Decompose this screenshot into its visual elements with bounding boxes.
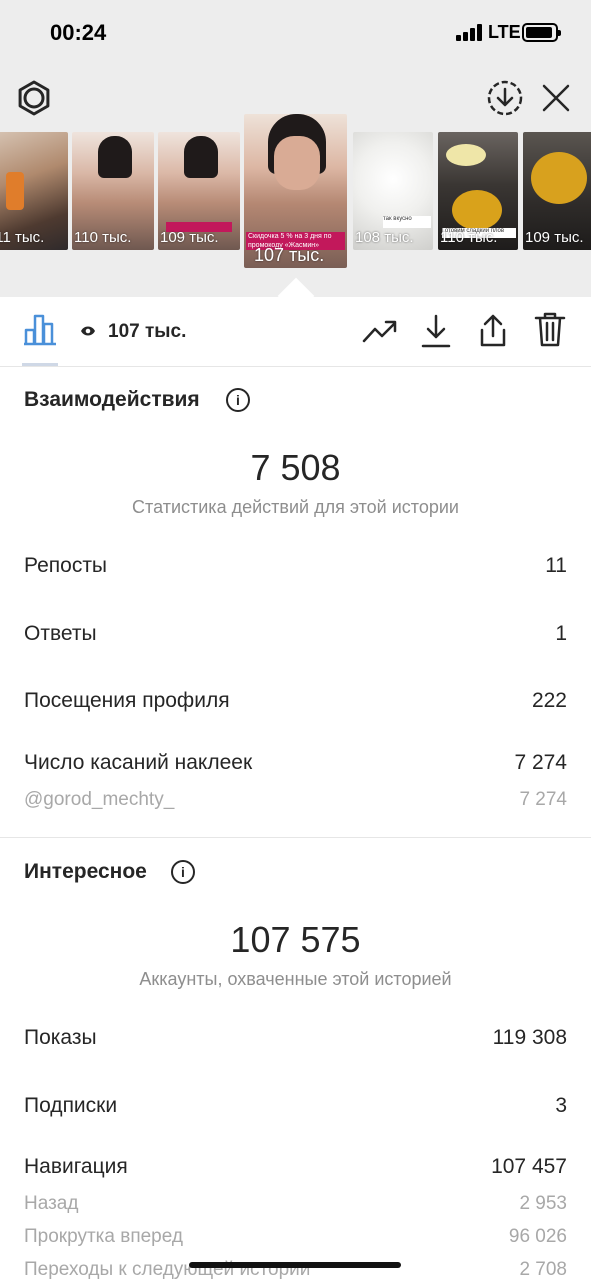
stat-row-navigation: Навигация 107 457: [24, 1155, 567, 1179]
trending-icon[interactable]: [362, 317, 398, 345]
stats-tabbar: 107 тыс.: [0, 297, 591, 367]
stat-label: Подписки: [24, 1094, 118, 1117]
gear-icon[interactable]: [14, 78, 54, 118]
info-icon[interactable]: i: [171, 860, 195, 884]
discovery-total: 107 575: [230, 919, 361, 960]
stat-label: Ответы: [24, 622, 97, 645]
stat-value: 3: [555, 1094, 567, 1117]
stat-label: Навигация: [24, 1155, 128, 1178]
stat-row-follows: Подписки 3: [24, 1094, 567, 1118]
story-thumbnail[interactable]: 110 тыс.: [72, 132, 154, 250]
story-thumbnail[interactable]: 111 тыс.: [0, 132, 68, 250]
info-icon[interactable]: i: [226, 388, 250, 412]
signal-icon: [456, 24, 483, 41]
download-circle-icon[interactable]: [485, 78, 525, 118]
bar-chart-icon[interactable]: [22, 312, 58, 346]
story-thumbnail[interactable]: 109 тыс.: [523, 132, 591, 250]
section-divider: [0, 837, 591, 838]
story-thumbnail[interactable]: так вкусно 108 тыс.: [353, 132, 433, 250]
stat-row-impressions: Показы 119 308: [24, 1026, 567, 1050]
story-thumbnail[interactable]: 109 тыс.: [158, 132, 240, 250]
active-tab-indicator: [22, 363, 58, 366]
stat-value: 7 274: [519, 789, 567, 810]
thumbnail-views: 107 тыс.: [254, 245, 325, 265]
thumbnail-caption: так вкусно: [383, 216, 431, 228]
network-label: LTE: [488, 22, 521, 42]
stat-value: 119 308: [492, 1026, 567, 1049]
stat-row-reposts: Репосты 11: [24, 554, 567, 578]
stat-row-forward: Прокрутка вперед 96 026: [24, 1226, 567, 1248]
status-time: 00:24: [50, 20, 107, 45]
home-indicator[interactable]: [189, 1262, 401, 1268]
stat-row-sticker-mention: @gorod_mechty_ 7 274: [24, 789, 567, 811]
stat-value: 96 026: [508, 1226, 567, 1247]
stat-value: 11: [545, 554, 567, 577]
stat-value: 2 953: [519, 1193, 567, 1214]
stat-label: Назад: [24, 1193, 79, 1214]
battery-icon: [522, 23, 561, 42]
thumbnail-views: 110 тыс.: [74, 229, 132, 246]
story-thumbnail[interactable]: Готовим сладкий плов 110 тыс.: [438, 132, 518, 250]
views-count: 107 тыс.: [108, 321, 187, 342]
stat-value: 2 708: [519, 1259, 567, 1280]
stat-value: 7 274: [514, 751, 567, 774]
story-thumbnail-selected[interactable]: Скидочка 5 % на 3 дня по промокоду «Жасм…: [244, 114, 347, 268]
stat-row-back: Назад 2 953: [24, 1193, 567, 1215]
stat-label: Показы: [24, 1026, 97, 1049]
thumbnail-views: 108 тыс.: [355, 229, 414, 246]
stat-label: @gorod_mechty_: [24, 789, 175, 810]
stat-row-sticker-taps: Число касаний наклеек 7 274: [24, 751, 567, 775]
thumbnail-views: 109 тыс.: [160, 229, 219, 246]
eye-icon: [81, 326, 95, 336]
status-bar: 00:24 LTE: [0, 0, 591, 66]
stat-row-profile-visits: Посещения профиля 222: [24, 689, 567, 713]
stat-value: 222: [531, 689, 567, 712]
thumbnail-views: 109 тыс.: [525, 229, 584, 246]
interactions-title: Взаимодействия: [24, 388, 200, 411]
stat-label: Прокрутка вперед: [24, 1226, 183, 1247]
stat-label: Репосты: [24, 554, 108, 577]
story-thumbnails: 111 тыс. 110 тыс. 109 тыс. Скидочка 5 % …: [0, 114, 591, 274]
stat-value: 1: [555, 622, 567, 645]
discovery-title: Интересное: [24, 860, 147, 883]
interactions-caption: Статистика действий для этой истории: [132, 497, 459, 517]
stat-value: 107 457: [491, 1155, 567, 1178]
download-icon[interactable]: [420, 313, 452, 349]
trash-icon[interactable]: [534, 311, 566, 349]
close-icon[interactable]: [538, 80, 574, 116]
interactions-total: 7 508: [250, 447, 341, 488]
stat-row-replies: Ответы 1: [24, 622, 567, 646]
story-strip-area: 00:24 LTE 111 тыс. 110 тыс. 109: [0, 0, 591, 315]
thumbnail-views: 111 тыс.: [0, 229, 45, 246]
thumbnail-views: 110 тыс.: [440, 229, 498, 246]
discovery-caption: Аккаунты, охваченные этой историей: [139, 969, 452, 989]
stat-label: Число касаний наклеек: [24, 751, 253, 774]
share-icon[interactable]: [477, 312, 509, 348]
stat-label: Посещения профиля: [24, 689, 230, 712]
